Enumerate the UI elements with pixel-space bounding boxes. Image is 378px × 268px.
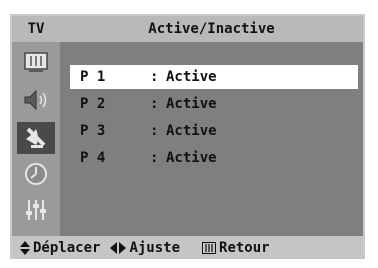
separator: : — [150, 150, 159, 166]
program-number: P 3 — [80, 123, 106, 139]
sidebar-menu — [12, 42, 60, 236]
clock-icon — [25, 163, 47, 185]
channel-status: Active — [166, 123, 217, 139]
adjust-label: Ajuste — [129, 239, 181, 256]
return-label: Retour — [219, 239, 270, 256]
menu-icon — [202, 241, 217, 254]
adjust-hint: Ajuste — [110, 240, 180, 256]
source-label: TV — [27, 21, 45, 37]
channel-status: Active — [166, 96, 217, 112]
sidebar-item-picture[interactable] — [17, 46, 55, 78]
program-number: P 2 — [80, 96, 106, 112]
separator: : — [150, 123, 159, 139]
channel-row-2[interactable]: P 2 : Active — [70, 92, 358, 116]
move-label: Déplacer — [33, 239, 101, 256]
sidebar-item-setup[interactable] — [17, 194, 55, 226]
channel-row-4[interactable]: P 4 : Active — [70, 146, 358, 170]
channel-status: Active — [166, 69, 217, 85]
separator: : — [150, 69, 159, 85]
sidebar-item-channel[interactable] — [17, 122, 55, 154]
title-bar: TV Active/Inactive — [12, 16, 363, 42]
program-number: P 1 — [80, 69, 106, 85]
channel-status: Active — [166, 150, 217, 166]
move-hint: Déplacer — [20, 240, 100, 256]
sidebar-item-sound[interactable] — [17, 84, 55, 116]
channel-row-1[interactable]: P 1 : Active — [70, 65, 358, 89]
setup-sliders-icon — [26, 200, 46, 220]
up-down-arrows-icon — [20, 240, 30, 255]
sound-icon — [24, 89, 47, 111]
help-bar: Déplacer Ajuste Retour — [12, 236, 363, 259]
page-title: Active/Inactive — [148, 21, 275, 37]
left-right-arrows-icon — [110, 241, 127, 254]
channel-antenna-icon — [26, 127, 46, 148]
program-number: P 4 — [80, 150, 106, 166]
sidebar-item-time[interactable] — [17, 158, 55, 190]
return-hint: Retour — [202, 240, 270, 256]
separator: : — [150, 96, 159, 112]
picture-icon — [24, 52, 48, 72]
channel-list: P 1 : Active P 2 : Active P 3 : Active P… — [60, 42, 363, 236]
channel-row-3[interactable]: P 3 : Active — [70, 119, 358, 143]
